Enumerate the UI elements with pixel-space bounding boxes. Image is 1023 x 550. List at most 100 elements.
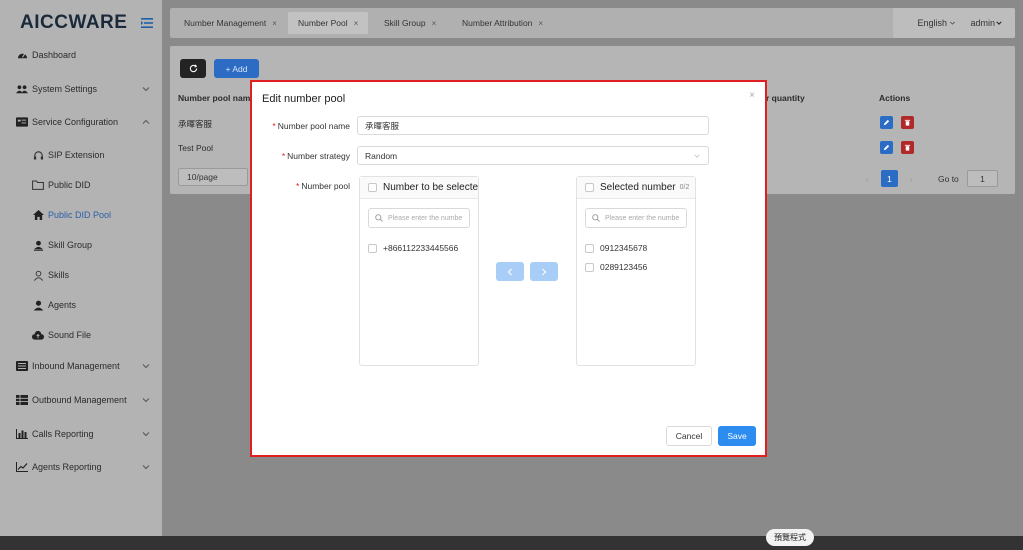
close-icon[interactable]: × (354, 19, 359, 28)
goto-input[interactable]: 1 (967, 170, 998, 187)
home-icon (32, 209, 44, 221)
delete-button[interactable] (901, 141, 914, 154)
strategy-label: * Number strategy (281, 151, 350, 161)
item-label: 0912345678 (600, 243, 648, 253)
column-header-quantity: r quantity (766, 93, 805, 103)
cancel-button[interactable]: Cancel (666, 426, 712, 446)
tab-number-pool[interactable]: Number Pool × (288, 12, 369, 34)
sidebar-item-skills[interactable]: Skills (0, 260, 162, 290)
selected-count: 0/2 (679, 184, 690, 191)
sidebar-item-label: System Settings (32, 84, 98, 94)
sidebar-item-inbound-management[interactable]: Inbound Management (0, 351, 162, 381)
sidebar-item-label: Public DID Pool (48, 210, 112, 220)
save-button[interactable]: Save (718, 426, 756, 446)
tab-number-management[interactable]: Number Management × (174, 12, 287, 34)
column-header-actions: Actions (879, 93, 911, 103)
sidebar-item-public-did[interactable]: Public DID (0, 170, 162, 200)
select-all-checkbox[interactable] (585, 183, 594, 192)
item-label: +866112233445566 (383, 243, 459, 253)
close-icon[interactable]: × (432, 19, 437, 28)
move-right-button[interactable] (530, 262, 558, 281)
search-placeholder: Please enter the numbe (388, 214, 463, 222)
sidebar-item-public-did-pool[interactable]: Public DID Pool (0, 200, 162, 230)
prev-page-button[interactable]: ‹ (860, 170, 874, 187)
sidebar-item-label: Service Configuration (32, 117, 119, 127)
item-checkbox[interactable] (585, 243, 594, 253)
sidebar-item-label: Sound File (48, 330, 92, 340)
dashboard-icon (16, 49, 28, 61)
table-icon (16, 394, 28, 406)
item-checkbox[interactable] (368, 243, 377, 253)
select-all-checkbox[interactable] (368, 183, 377, 192)
add-label: + Add (225, 63, 248, 74)
sidebar-item-label: Public DID (48, 180, 91, 190)
tab-skill-group[interactable]: Skill Group × (374, 12, 446, 34)
close-icon[interactable]: × (272, 19, 277, 28)
header-right: English admin (893, 8, 1015, 38)
target-header: Selected number 0/2 (577, 177, 695, 199)
close-icon[interactable]: × (538, 19, 543, 28)
language-select[interactable]: English (917, 18, 956, 28)
users-icon (16, 83, 28, 95)
strategy-select[interactable]: Random (357, 146, 709, 165)
chevron-down-icon (950, 21, 956, 25)
sidebar-item-label: SIP Extension (48, 150, 105, 160)
sidebar-item-agents-reporting[interactable]: Agents Reporting (0, 452, 162, 482)
transfer-target-panel: Selected number 0/2 Please enter the num… (576, 176, 696, 366)
edit-number-pool-dialog: Edit number pool × * Number pool name 承暉客… (250, 80, 767, 457)
strategy-value: Random (365, 150, 398, 161)
headset-icon (32, 149, 44, 161)
source-title: Number to be selected (383, 182, 478, 193)
list-item[interactable]: +866112233445566 (368, 242, 458, 254)
sidebar-item-label: Calls Reporting (32, 429, 94, 439)
page-size-select[interactable]: 10/page (178, 168, 248, 186)
edit-button[interactable] (880, 141, 893, 154)
pool-name-input[interactable]: 承暉客服 (357, 116, 709, 135)
user-menu[interactable]: admin (970, 18, 1003, 28)
sidebar-item-system-settings[interactable]: System Settings (0, 74, 162, 104)
list-item[interactable]: 0289123456 (585, 261, 647, 273)
app-logo: AICCWARE (20, 12, 128, 33)
trash-icon (904, 144, 911, 151)
sidebar-item-skill-group[interactable]: Skill Group (0, 230, 162, 260)
refresh-button[interactable] (180, 59, 206, 78)
source-search-input[interactable]: Please enter the numbe (368, 208, 470, 228)
tab-label: Number Attribution (462, 18, 533, 28)
sidebar-item-service-configuration[interactable]: Service Configuration (0, 107, 162, 137)
close-icon[interactable]: × (749, 90, 755, 101)
item-checkbox[interactable] (585, 262, 594, 272)
user-group-icon (32, 239, 44, 251)
goto-label: Go to (938, 173, 959, 184)
sidebar-item-sound-file[interactable]: Sound File (0, 320, 162, 350)
tab-number-attribution[interactable]: Number Attribution × (452, 12, 553, 34)
sidebar-item-dashboard[interactable]: Dashboard (0, 40, 162, 70)
user-outline-icon (32, 269, 44, 281)
menu-collapse-icon[interactable] (140, 17, 154, 29)
sidebar-item-label: Agents Reporting (32, 462, 102, 472)
chevron-down-icon (142, 87, 150, 92)
search-icon (375, 214, 383, 222)
chevron-down-icon (142, 432, 150, 437)
label-text: Number strategy (287, 151, 350, 161)
sidebar-item-sip-extension[interactable]: SIP Extension (0, 140, 162, 170)
inbound-icon (16, 360, 28, 372)
sidebar-item-outbound-management[interactable]: Outbound Management (0, 385, 162, 415)
sidebar-item-agents[interactable]: Agents (0, 290, 162, 320)
move-left-button[interactable] (496, 262, 524, 281)
chevron-up-icon (142, 119, 150, 124)
chevron-left-icon (507, 268, 512, 275)
delete-button[interactable] (901, 116, 914, 129)
sidebar-item-calls-reporting[interactable]: Calls Reporting (0, 419, 162, 449)
edit-button[interactable] (880, 116, 893, 129)
table-row-name: 承暉客服 (178, 119, 213, 129)
list-item[interactable]: 0912345678 (585, 242, 647, 254)
dialog-title: Edit number pool (262, 93, 346, 105)
source-header: Number to be selected (360, 177, 478, 199)
next-page-button[interactable]: › (904, 170, 918, 187)
add-button[interactable]: + Add (214, 59, 259, 78)
tab-bar: Number Management × Number Pool × Skill Gr… (170, 8, 1015, 38)
sidebar-item-label: Agents (48, 300, 77, 310)
language-label: English (917, 18, 947, 28)
target-search-input[interactable]: Please enter the numbe (585, 208, 687, 228)
page-1-button[interactable]: 1 (881, 170, 898, 187)
